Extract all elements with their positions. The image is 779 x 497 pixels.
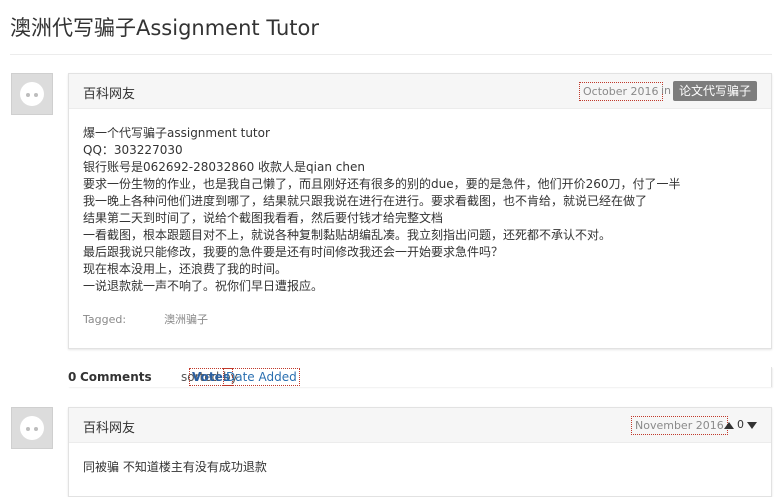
upvote-icon[interactable] — [724, 421, 734, 429]
comments-sort-bar: 0 Comments sorted by Votes Date Added — [68, 367, 772, 387]
sort-date-added-link[interactable]: Date Added — [223, 368, 300, 386]
post-line: 最后跟我说只能修改，我要的急件要是还有时间修改我还会一开始要求急件吗？ — [83, 245, 504, 259]
post-author[interactable]: 百科网友 — [83, 83, 135, 102]
comment-date[interactable]: November 2016 — [631, 416, 728, 435]
comment-card: 百科网友 November 2016 0 同被骗 不知道楼主有没有成功退款 — [68, 407, 772, 497]
comment-count-label: Comments — [80, 370, 152, 384]
comment-count: 0 — [68, 370, 77, 384]
vote-count: 0 — [737, 418, 744, 431]
post-line: 一看截图，根本跟题目对不上，就说各种复制黏贴胡编乱凑。我立刻指出问题，还死都不承… — [83, 228, 612, 242]
comment-author[interactable]: 百科网友 — [83, 417, 135, 436]
category-badge[interactable]: 论文代写骗子 — [673, 81, 758, 101]
post-avatar[interactable] — [11, 73, 53, 115]
tagged-label: Tagged: — [83, 313, 127, 326]
post-line: 现在根本没用上，还浪费了我的时间。 — [83, 262, 288, 276]
downvote-icon[interactable] — [747, 421, 757, 429]
post-line: QQ：303227030 — [83, 143, 183, 157]
tagged-row: Tagged: 澳洲骗子 — [83, 311, 757, 328]
post-line: 银行账号是062692-28032860 收款人是qian chen — [83, 160, 365, 174]
post-line: 爆一个代写骗子assignment tutor — [83, 126, 270, 140]
vote-control: 0 — [724, 418, 757, 431]
comment-body: 同被骗 不知道楼主有没有成功退款 — [69, 443, 771, 490]
comment-header: 百科网友 November 2016 0 — [69, 408, 771, 443]
tag-link[interactable]: 澳洲骗子 — [164, 313, 208, 326]
title-divider — [10, 54, 772, 55]
avatar-face-icon — [20, 82, 44, 106]
post-line: 结果第二天到时间了，说给个截图我看看，然后要付钱才给完整文档 — [83, 211, 444, 225]
avatar-face-icon — [20, 416, 44, 440]
in-label: in — [661, 84, 672, 97]
post-line: 要求一份生物的作业，也是我自己懒了，而且刚好还有很多的别的due，要的是急件，他… — [83, 177, 681, 191]
post-date[interactable]: October 2016 — [579, 82, 663, 101]
post-body: 爆一个代写骗子assignment tutor QQ：303227030 银行账… — [69, 109, 771, 342]
post-header: 百科网友 October 2016 in 论文代写骗子 — [69, 74, 771, 109]
page-title: 澳洲代写骗子Assignment Tutor — [10, 16, 319, 40]
comment-avatar[interactable] — [11, 407, 53, 449]
post-card: 百科网友 October 2016 in 论文代写骗子 爆一个代写骗子assig… — [68, 73, 772, 349]
post-line: 我一晚上各种问他们进度到哪了，结果就只跟我说在进行在进行。要求看截图，也不肯给，… — [83, 194, 648, 208]
post-line: 一说退款就一声不响了。祝你们早日遭报应。 — [83, 279, 324, 293]
comment-text: 同被骗 不知道楼主有没有成功退款 — [83, 460, 267, 474]
